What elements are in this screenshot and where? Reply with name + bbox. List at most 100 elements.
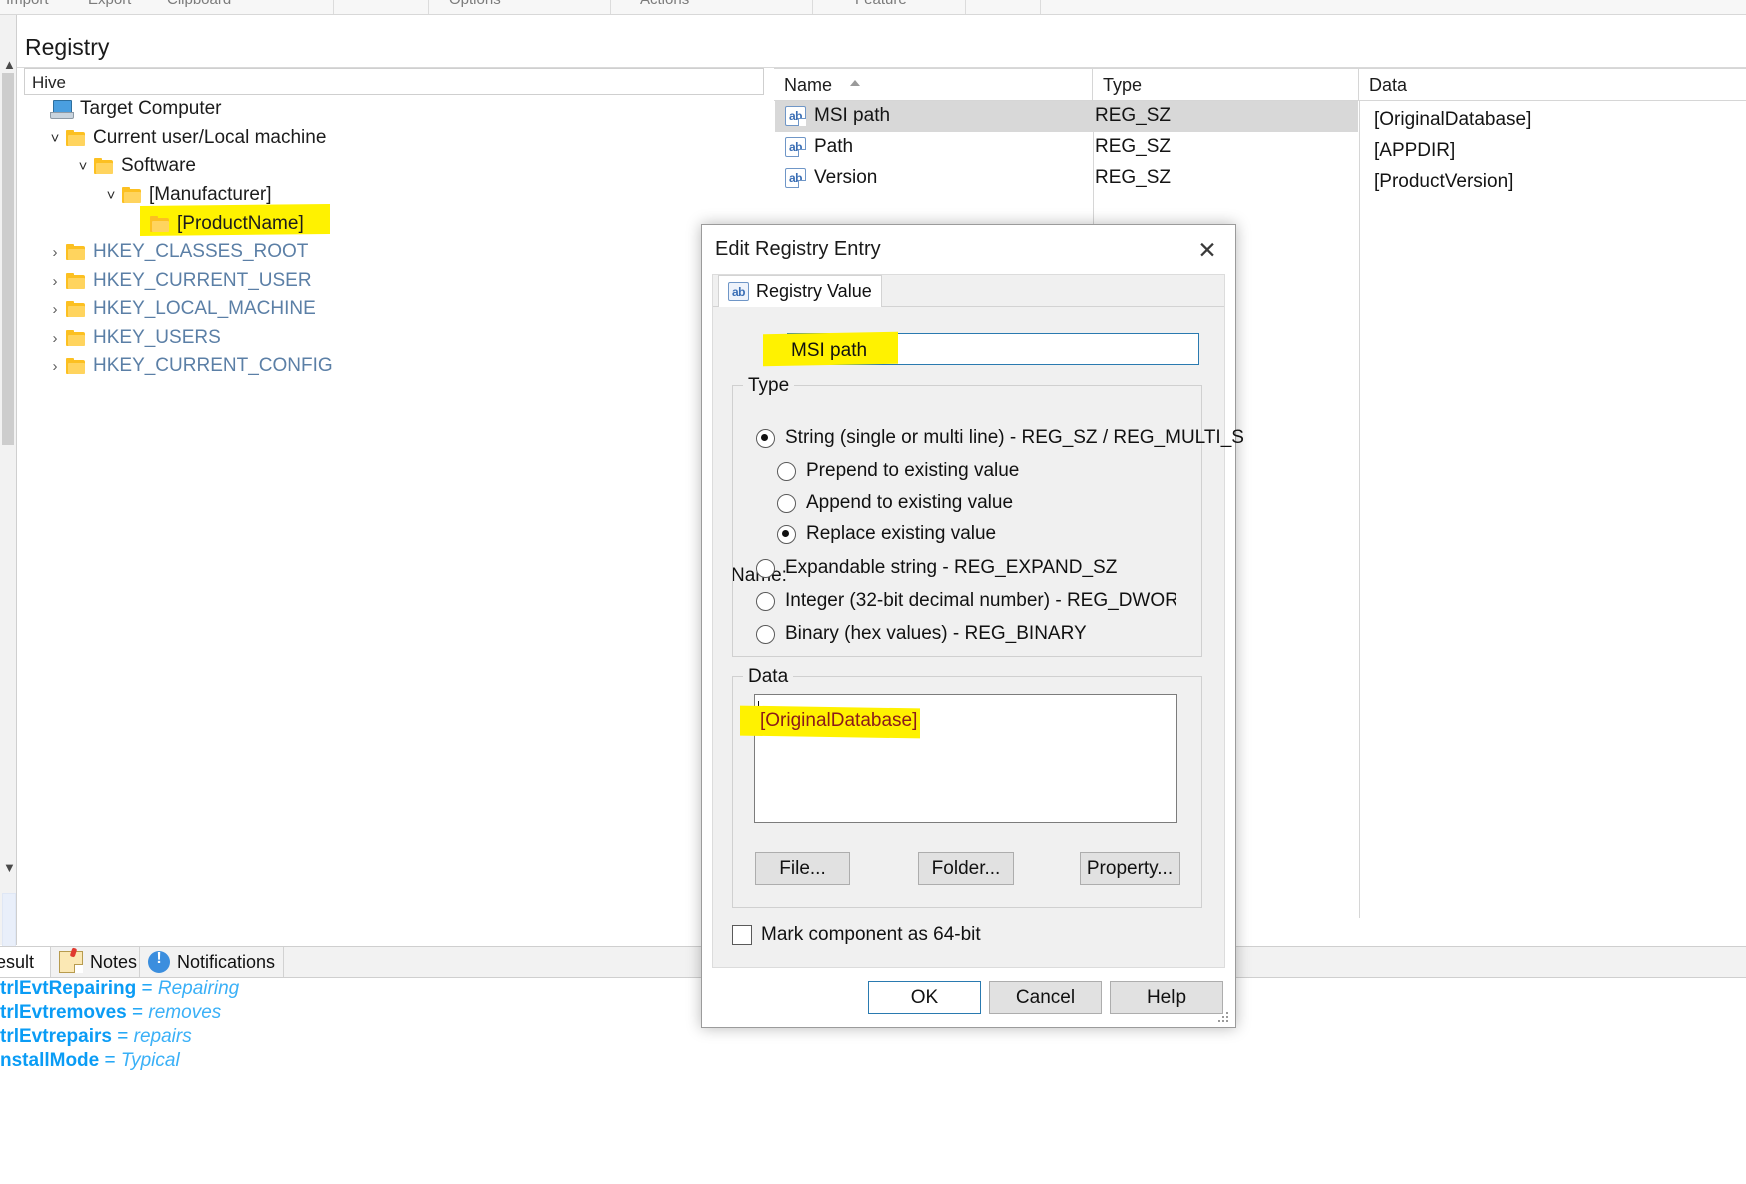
scrollbar-thumb[interactable]	[2, 73, 14, 445]
chevron-down-icon[interactable]: ˅	[100, 187, 122, 204]
tree-node-current-user-local-machine[interactable]: ˅ Current user/Local machine	[44, 124, 327, 152]
tree-node-hkey-users[interactable]: › HKEY_USERS	[44, 324, 221, 352]
tab-label: Notifications	[177, 951, 276, 972]
scroll-down-icon[interactable]: ▼	[3, 860, 16, 875]
folder-icon	[66, 130, 85, 146]
log-key: trlEvtrepairs	[0, 1026, 112, 1047]
radio-expandable-string[interactable]: Expandable string - REG_EXPAND_SZ	[756, 557, 1117, 579]
ribbon-group-feature[interactable]: Feature	[855, 0, 907, 8]
string-value-icon: ab	[728, 282, 749, 301]
type-group: Type	[732, 375, 1202, 657]
radio-icon[interactable]	[777, 493, 796, 513]
column-header-label: Type	[1103, 75, 1143, 95]
column-header-data[interactable]: Data	[1359, 68, 1746, 101]
table-cell[interactable]: [ProductVersion]	[1374, 167, 1744, 198]
table-cell[interactable]: [OriginalDatabase]	[1374, 105, 1744, 136]
value-type: REG_SZ	[1095, 167, 1172, 188]
column-header-name[interactable]: Name	[774, 68, 1093, 101]
tree-node-hkey-current-config[interactable]: › HKEY_CURRENT_CONFIG	[44, 352, 333, 380]
table-row[interactable]: ab MSI path REG_SZ	[775, 101, 1358, 132]
radio-integer[interactable]: Integer (32-bit decimal number) - REG_DW…	[756, 590, 1176, 612]
tree-node-label: HKEY_CURRENT_CONFIG	[93, 355, 333, 376]
chevron-right-icon[interactable]: ›	[44, 273, 66, 290]
property-button[interactable]: Property...	[1080, 852, 1180, 885]
radio-label: Binary (hex values) - REG_BINARY	[785, 623, 1087, 644]
radio-replace[interactable]: Replace existing value	[777, 523, 996, 545]
registry-tree[interactable]: Target Computer ˅ Current user/Local mac…	[24, 95, 764, 885]
chevron-down-icon[interactable]: ˅	[44, 130, 66, 147]
checkbox-label: Mark component as 64-bit	[761, 924, 981, 945]
value-data: [APPDIR]	[1374, 140, 1456, 161]
table-row[interactable]: ab Version REG_SZ	[775, 163, 1358, 194]
checkbox-icon[interactable]	[732, 925, 752, 945]
folder-button[interactable]: Folder...	[918, 852, 1014, 885]
tree-node-label: HKEY_USERS	[93, 327, 221, 348]
resize-grip[interactable]	[1218, 1012, 1230, 1024]
sort-ascending-icon	[850, 80, 860, 86]
data-value: [OriginalDatabase]	[760, 710, 918, 731]
folder-icon	[66, 244, 85, 260]
scroll-up-icon[interactable]: ▲	[3, 57, 16, 72]
ribbon-group-options[interactable]: Options	[449, 0, 501, 8]
file-button[interactable]: File...	[755, 852, 850, 885]
tab-notifications[interactable]: Notifications	[140, 947, 284, 977]
radio-icon[interactable]	[756, 624, 775, 644]
tree-node-target-computer[interactable]: Target Computer	[28, 95, 222, 123]
chevron-right-icon[interactable]: ›	[44, 301, 66, 318]
radio-icon[interactable]	[756, 428, 775, 448]
string-value-icon: ab	[785, 137, 806, 157]
column-header-label: Name	[784, 75, 833, 95]
data-column-cells: [OriginalDatabase] [APPDIR] [ProductVers…	[1374, 105, 1744, 198]
hive-column-header[interactable]: Hive	[24, 68, 764, 95]
chevron-right-icon[interactable]: ›	[44, 244, 66, 261]
tree-node-hkey-classes-root[interactable]: › HKEY_CLASSES_ROOT	[44, 238, 309, 266]
log-line: nstallMode = Typical	[0, 1050, 900, 1074]
chevron-right-icon[interactable]: ›	[44, 330, 66, 347]
tree-node-label: Current user/Local machine	[93, 127, 327, 148]
radio-string[interactable]: String (single or multi line) - REG_SZ /…	[756, 427, 1244, 449]
tab-notes[interactable]: Notes	[51, 947, 140, 977]
tree-node-label: [ProductName]	[177, 213, 304, 234]
ribbon-separator	[965, 0, 966, 14]
tree-node-productname[interactable]: [ProductName]	[128, 210, 304, 238]
ribbon-separator	[610, 0, 611, 14]
dialog-title: Edit Registry Entry	[715, 238, 881, 260]
computer-icon	[50, 100, 74, 119]
column-header-type[interactable]: Type	[1093, 68, 1359, 101]
ribbon-group-import[interactable]: Import	[6, 0, 49, 8]
table-row[interactable]: ab Path REG_SZ	[775, 132, 1358, 163]
help-button[interactable]: Help	[1110, 981, 1223, 1014]
table-cell[interactable]: [APPDIR]	[1374, 136, 1744, 167]
mark-64bit-checkbox-row[interactable]: Mark component as 64-bit	[732, 924, 981, 946]
log-key: nstallMode	[0, 1050, 100, 1071]
cancel-button[interactable]: Cancel	[989, 981, 1102, 1014]
radio-append[interactable]: Append to existing value	[777, 492, 1013, 514]
ribbon-group-export[interactable]: Export	[88, 0, 131, 8]
dialog-tabstrip: ab Registry Value	[713, 275, 1224, 307]
tree-node-hkey-current-user[interactable]: › HKEY_CURRENT_USER	[44, 267, 312, 295]
radio-prepend[interactable]: Prepend to existing value	[777, 460, 1019, 482]
window-scrollbar[interactable]: ▲ ▼	[0, 15, 16, 957]
radio-icon[interactable]	[777, 524, 796, 544]
radio-icon[interactable]	[756, 591, 775, 611]
folder-icon	[122, 187, 141, 203]
data-group-title: Data	[743, 666, 794, 688]
radio-binary[interactable]: Binary (hex values) - REG_BINARY	[756, 623, 1087, 645]
radio-icon[interactable]	[756, 558, 775, 578]
tab-result[interactable]: esult	[0, 947, 51, 977]
tree-node-hkey-local-machine[interactable]: › HKEY_LOCAL_MACHINE	[44, 295, 316, 323]
tree-node-software[interactable]: ˅ Software	[72, 152, 196, 180]
radio-label: Integer (32-bit decimal number) - REG_DW…	[785, 590, 1176, 611]
tree-node-label: HKEY_CLASSES_ROOT	[93, 241, 309, 262]
log-value: Repairing	[157, 978, 240, 999]
tab-registry-value[interactable]: ab Registry Value	[718, 275, 882, 307]
chevron-right-icon[interactable]: ›	[44, 358, 66, 375]
log-equals: =	[104, 1050, 116, 1071]
chevron-down-icon[interactable]: ˅	[72, 158, 94, 175]
close-icon[interactable]: ✕	[1187, 233, 1227, 267]
ribbon-group-clipboard[interactable]: Clipboard	[167, 0, 231, 8]
ribbon-separator	[812, 0, 813, 14]
ok-button[interactable]: OK	[868, 981, 981, 1014]
ribbon-group-actions[interactable]: Actions	[640, 0, 689, 8]
radio-icon[interactable]	[777, 461, 796, 481]
